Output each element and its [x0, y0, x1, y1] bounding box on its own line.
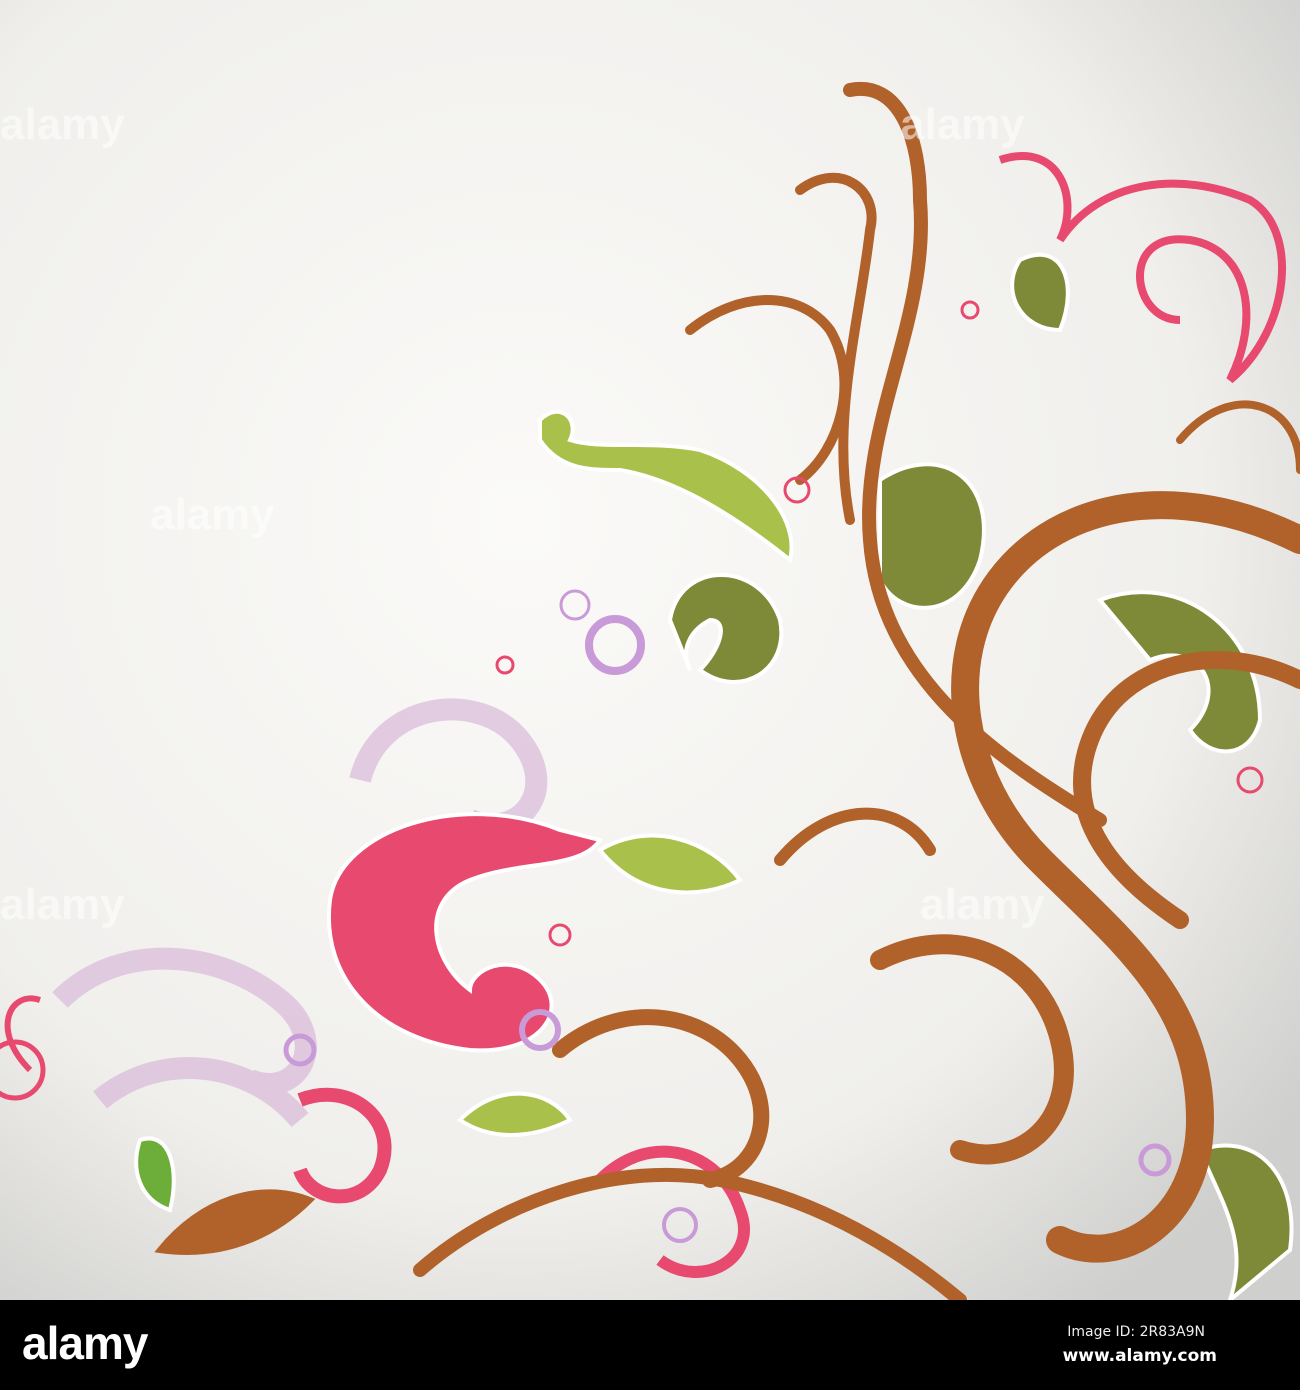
watermark: alamy [900, 100, 1025, 149]
image-id: Image ID: 2R83A9N [1067, 1324, 1205, 1340]
alamy-logo: alamy [22, 1317, 148, 1369]
watermark: alamy [0, 880, 125, 929]
watermark: alamy [150, 490, 275, 539]
watermark: alamy [920, 880, 1045, 929]
floral-artwork [0, 0, 1300, 1300]
footer-bar: alamy Image ID: 2R83A9N www.alamy.com [0, 1300, 1300, 1390]
site-url: www.alamy.com [1062, 1346, 1217, 1366]
watermark: alamy [0, 100, 125, 149]
